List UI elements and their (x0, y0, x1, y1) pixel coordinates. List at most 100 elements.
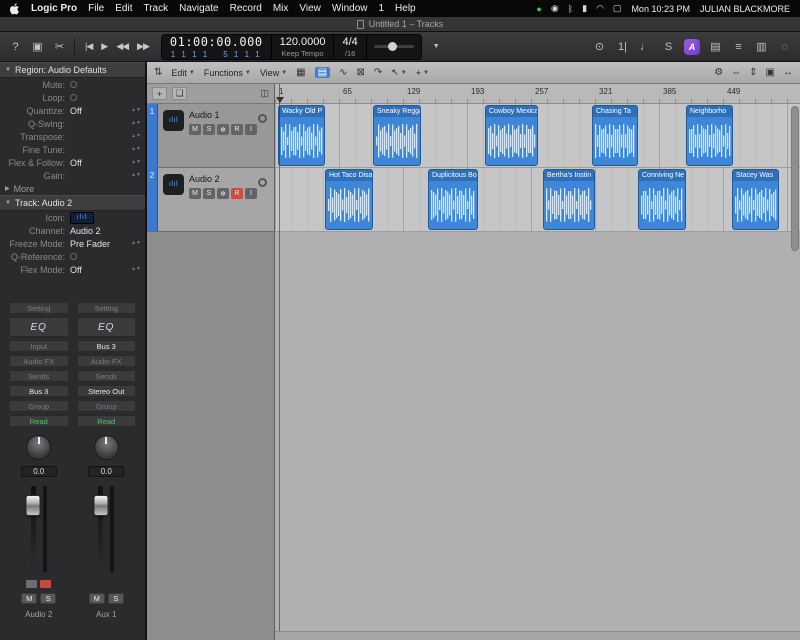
input-monitor-button[interactable] (26, 580, 37, 588)
zoom-vertical-icon[interactable]: ⇕ (749, 67, 757, 78)
input-monitor-button[interactable]: I (245, 124, 257, 135)
cut-tool-icon[interactable]: ✂ (52, 40, 67, 53)
track-row-channel[interactable]: Channel:Audio 2 (0, 224, 145, 237)
pan-knob[interactable] (26, 435, 51, 460)
disclosure-triangle-icon[interactable]: ▶ (5, 185, 10, 192)
quick-help-icon[interactable]: ◌ (777, 41, 792, 53)
grid-view-icon[interactable]: ▦ (296, 67, 305, 78)
solo-icon[interactable]: S (661, 41, 676, 53)
stepper-icon[interactable]: ▲▼ (131, 241, 141, 246)
lcd-tempo-mode[interactable]: Keep Tempo (282, 49, 324, 58)
menubar-item-logic-pro[interactable]: Logic Pro (31, 3, 77, 14)
lcd-signature-cell[interactable]: 4/4 /16 (334, 35, 366, 59)
play-button[interactable]: ▶ (98, 39, 110, 54)
catch-playhead-icon[interactable]: ↷ (374, 67, 382, 78)
track-row-q-reference[interactable]: Q-Reference: (0, 250, 145, 263)
output-button[interactable]: Bus 3 (9, 385, 69, 397)
group-button[interactable]: Group (9, 400, 69, 412)
region-bertha-s-instin[interactable]: Bertha's Instin (543, 169, 595, 230)
region-chasing-ta[interactable]: Chasing Ta (592, 105, 638, 166)
stepper-icon[interactable]: ▲▼ (131, 134, 141, 139)
mute-button[interactable]: M (89, 593, 105, 604)
track-row-icon[interactable]: Icon:ılıl (0, 211, 145, 224)
stepper-icon[interactable]: ▲▼ (131, 267, 141, 272)
setting-button[interactable]: Setting (77, 302, 137, 314)
lcd-time-signature[interactable]: 4/4 (342, 36, 357, 48)
region-duplicitous-bo[interactable]: Duplicitous Bo (428, 169, 478, 230)
lcd-division[interactable]: /16 (345, 49, 355, 58)
freeze-icon[interactable]: ❄ (217, 188, 229, 199)
mute-button[interactable]: M (189, 188, 201, 199)
output-button[interactable]: Stereo Out (77, 385, 137, 397)
region-neighborho[interactable]: Neighborho (686, 105, 733, 166)
toggle-control[interactable] (70, 94, 77, 101)
track-row-freeze-mode[interactable]: Freeze Mode:Pre Fader▲▼ (0, 237, 145, 250)
pointer-tool[interactable]: ↖▼ (391, 67, 407, 78)
lcd-time[interactable]: 01:00:00.000 (170, 35, 263, 49)
menubar-item-window[interactable]: Window (332, 3, 368, 14)
menubar-item-record[interactable]: Record (230, 3, 262, 14)
zoom-horizontal-icon[interactable]: ⇔ (731, 67, 741, 78)
forward-button[interactable]: ▶▶ (134, 39, 152, 54)
rewind-button[interactable]: ◀◀ (113, 39, 131, 54)
region-row-mute[interactable]: Mute: (0, 78, 145, 91)
toggle-control[interactable] (70, 253, 77, 260)
track-row-flex-mode[interactable]: Flex Mode:Off▲▼ (0, 263, 145, 276)
secondary-tool[interactable]: +▼ (416, 68, 429, 78)
region-row-fine-tune[interactable]: Fine Tune:▲▼ (0, 143, 145, 156)
control-center-icon[interactable]: ◉ (551, 3, 559, 14)
mute-button[interactable]: M (21, 593, 37, 604)
wifi-icon[interactable]: ◠ (596, 3, 604, 14)
region-inspector-header[interactable]: ▼ Region: Audio Defaults (0, 62, 145, 78)
list-editors-icon[interactable]: ▤ (708, 40, 723, 53)
duplicate-track-button[interactable]: ❏ (172, 87, 187, 100)
menu-bar-user[interactable]: JULIAN BLACKMORE (700, 4, 790, 14)
toggle-control[interactable] (70, 81, 77, 88)
screen-recording-indicator[interactable]: ● (536, 4, 541, 14)
list-view-icon[interactable]: ▤ (315, 67, 330, 78)
pan-knob[interactable] (94, 435, 119, 460)
region-row-quantize[interactable]: Quantize:Off▲▼ (0, 104, 145, 117)
eq-button[interactable]: EQ (9, 317, 69, 337)
bar-ruler[interactable]: 165129193257321385449 (275, 84, 800, 104)
toolbar-menu-icon[interactable]: ≡ (731, 41, 746, 53)
fader-cap[interactable] (26, 495, 41, 516)
menu-functions[interactable]: Functions▼ (204, 68, 251, 78)
eq-button[interactable]: EQ (77, 317, 137, 337)
region-settings-icon[interactable]: ⚙ (714, 67, 723, 78)
region-row-gain[interactable]: Gain:▲▼ (0, 169, 145, 182)
bluetooth-icon[interactable]: ᛒ (568, 4, 573, 14)
solo-button[interactable]: S (108, 593, 124, 604)
menu-bar-clock[interactable]: Mon 10:23 PM (631, 4, 690, 14)
mute-button[interactable]: M (189, 124, 201, 135)
region-wacky-old-p[interactable]: Wacky Old P (278, 105, 325, 166)
track-lane-2[interactable]: Hot Taco DisaDuplicitous BoBertha's Inst… (275, 168, 800, 232)
help-icon[interactable]: ? (8, 41, 23, 53)
battery-icon[interactable]: ▮ (582, 3, 587, 14)
lcd-volume-cell[interactable] (367, 35, 421, 59)
menubar-item-navigate[interactable]: Navigate (179, 3, 218, 14)
menu-edit[interactable]: Edit▼ (171, 68, 194, 78)
input-monitor-button[interactable]: I (245, 188, 257, 199)
stepper-icon[interactable]: ▲▼ (131, 160, 141, 165)
vertical-scrollbar-thumb[interactable] (791, 106, 799, 251)
menubar-item-track[interactable]: Track (143, 3, 168, 14)
solo-button[interactable]: S (203, 188, 215, 199)
group-button[interactable]: Group (77, 400, 137, 412)
slider-thumb[interactable] (388, 42, 397, 51)
region-more-row[interactable]: ▶ More (0, 182, 145, 195)
sends-button[interactable]: Sends (77, 370, 137, 382)
solo-button[interactable]: S (40, 593, 56, 604)
chevron-down-icon[interactable]: ▼ (429, 43, 444, 50)
disclosure-triangle-icon[interactable]: ▼ (5, 67, 11, 73)
flex-icon[interactable]: ∿ (339, 67, 347, 78)
inspector-toggle-icon[interactable]: ▣ (30, 40, 45, 53)
menubar-item-help[interactable]: Help (395, 3, 416, 14)
lcd-tempo[interactable]: 120.0000 (280, 36, 326, 48)
menubar-item-edit[interactable]: Edit (115, 3, 132, 14)
go-to-beginning-button[interactable]: |◀ (82, 39, 95, 54)
volume-fader[interactable] (31, 486, 36, 572)
solo-button[interactable]: S (203, 124, 215, 135)
record-ring-icon[interactable] (258, 178, 267, 187)
record-enable-button[interactable]: R (231, 124, 243, 135)
